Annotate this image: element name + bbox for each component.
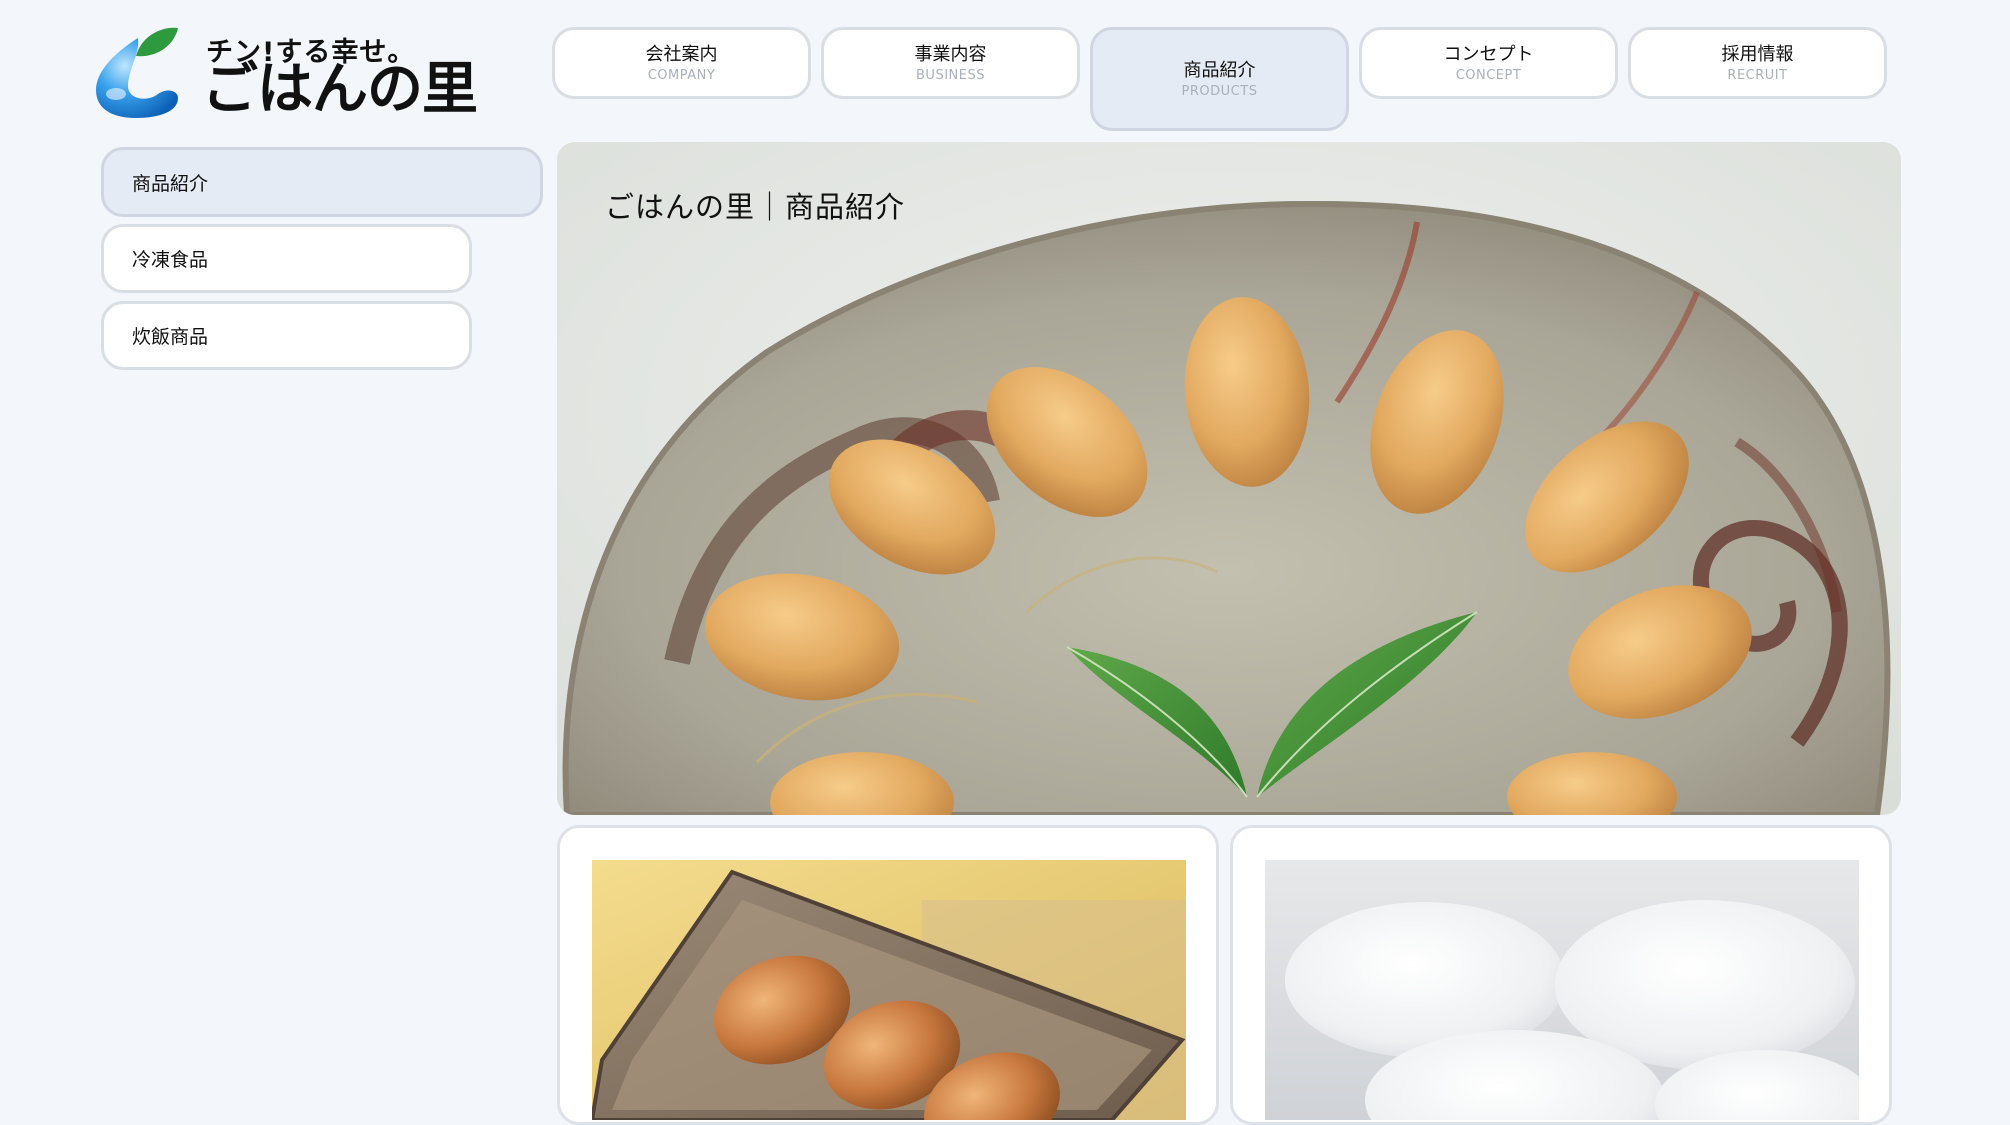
nav-item-business[interactable]: 事業内容 BUSINESS <box>821 27 1080 99</box>
logo-mark-icon <box>96 27 178 118</box>
nav-item-label: 商品紹介 <box>1183 59 1256 81</box>
hero-title: ごはんの里｜商品紹介 <box>605 190 906 224</box>
nav-item-label: 会社案内 <box>645 43 718 65</box>
nav-item-sublabel: CONCEPT <box>1455 68 1522 84</box>
nav-item-company[interactable]: 会社案内 COMPANY <box>552 27 811 99</box>
nav-item-sublabel: PRODUCTS <box>1181 84 1258 100</box>
hero-banner: ごはんの里｜商品紹介 <box>557 142 1901 815</box>
nav-item-sublabel: COMPANY <box>647 68 716 84</box>
product-image <box>592 860 1186 1120</box>
nav-item-label: 採用情報 <box>1721 43 1794 65</box>
product-card[interactable] <box>557 825 1219 1125</box>
nav-item-sublabel: BUSINESS <box>916 68 985 84</box>
nav-item-recruit[interactable]: 採用情報 RECRUIT <box>1628 27 1887 99</box>
nav-item-products[interactable]: 商品紹介 PRODUCTS <box>1090 27 1349 131</box>
product-photo <box>1265 860 1859 1120</box>
site-logo[interactable]: チン!する幸せ。 ごはんの里 <box>92 24 478 124</box>
sidebar-item-products[interactable]: 商品紹介 <box>101 147 543 217</box>
product-photo <box>592 860 1186 1120</box>
product-image <box>1265 860 1859 1120</box>
sidebar-item-cooked-rice[interactable]: 炊飯商品 <box>101 301 472 370</box>
nav-item-concept[interactable]: コンセプト CONCEPT <box>1359 27 1618 99</box>
sidebar-item-frozen-food[interactable]: 冷凍食品 <box>101 224 472 293</box>
nav-item-label: 事業内容 <box>914 43 987 65</box>
sidebar-item-label: 炊飯商品 <box>132 326 209 348</box>
sidebar-item-label: 冷凍食品 <box>132 249 209 271</box>
nav-item-sublabel: RECRUIT <box>1727 68 1788 84</box>
nav-item-label: コンセプト <box>1443 43 1534 65</box>
product-card[interactable] <box>1230 825 1892 1125</box>
main-nav: 会社案内 COMPANY 事業内容 BUSINESS 商品紹介 PRODUCTS… <box>552 27 1887 131</box>
sidebar-item-label: 商品紹介 <box>132 172 209 195</box>
logo-name: ごはんの里 <box>202 57 478 122</box>
hero-image <box>557 142 1901 815</box>
